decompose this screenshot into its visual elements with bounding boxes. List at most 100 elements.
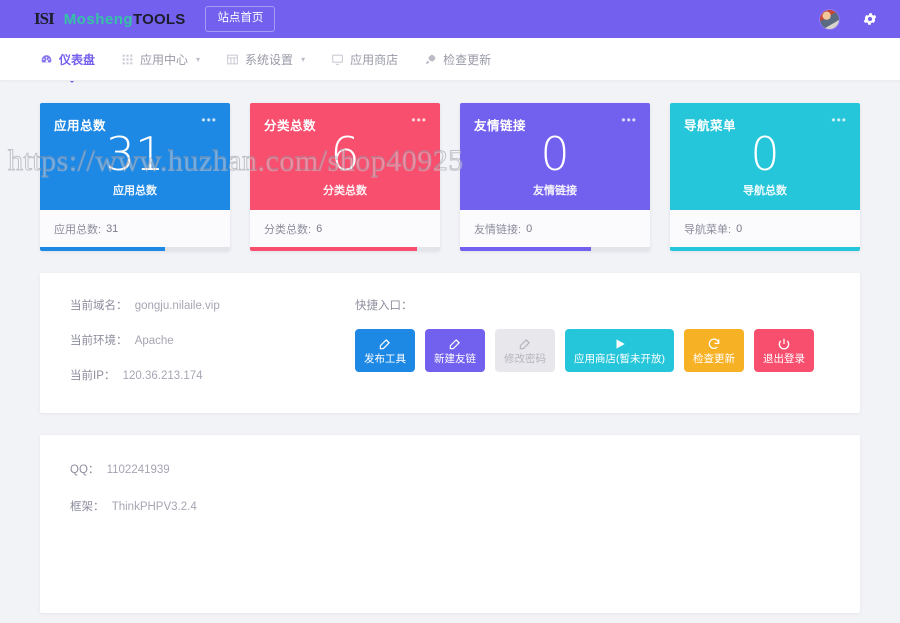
card-value: 0 [460,131,650,177]
app-store-button[interactable]: 应用商店(暂未开放) [565,329,674,372]
quick-entry-label: 快捷入口： [355,297,830,313]
play-icon [613,337,627,351]
info-value: gongju.nilaile.vip [135,300,220,312]
about-label: QQ： [70,464,99,476]
stat-card-friend-links[interactable]: 友情链接 ••• 0 友情链接 友情链接: 0 [460,103,650,251]
check-update-button[interactable]: 检查更新 [684,329,744,372]
card-footer: 友情链接: 0 [460,210,650,247]
nav-label: 应用中心 [140,51,188,68]
info-label: 当前环境： [70,335,128,347]
dashboard-icon [40,53,53,65]
stat-card-nav-menu[interactable]: 导航菜单 ••• 0 导航总数 导航菜单: 0 [670,103,860,251]
table-icon [226,53,239,65]
server-info-panel: 当前域名： gongju.nilaile.vip 当前环境： Apache 当前… [40,273,860,413]
info-row-ip: 当前IP： 120.36.213.174 [70,367,355,383]
card-foot-label: 友情链接: [474,221,521,237]
card-subtitle: 应用总数 [40,182,230,198]
grid-icon [121,53,134,65]
about-panel: QQ： 1102241939 框架： ThinkPHPV3.2.4 [40,435,860,613]
nav-label: 检查更新 [443,51,491,68]
card-progress-fill [670,247,860,251]
card-body: 友情链接 ••• 0 友情链接 [460,103,650,210]
collapsed-panel-arrow [40,81,190,93]
publish-tool-button[interactable]: 发布工具 [355,329,415,372]
nav-label: 系统设置 [245,51,293,68]
edit-icon [378,337,392,351]
card-progress-fill [40,247,165,251]
button-label: 检查更新 [693,354,735,365]
about-row-framework: 框架： ThinkPHPV3.2.4 [70,498,830,514]
card-value: 31 [40,131,230,177]
card-options-icon[interactable]: ••• [201,116,217,124]
about-label: 框架： [70,501,105,513]
card-body: 分类总数 ••• 6 分类总数 [250,103,440,210]
button-label: 新建友链 [434,354,476,365]
nav-item-app-store[interactable]: 应用商店 [331,51,398,68]
about-row-qq: QQ： 1102241939 [70,461,830,477]
card-body: 应用总数 ••• 31 应用总数 [40,103,230,210]
card-progress-track [40,247,230,251]
server-info-list: 当前域名： gongju.nilaile.vip 当前环境： Apache 当前… [70,297,355,413]
card-subtitle: 导航总数 [670,182,860,198]
nav-item-check-update[interactable]: 检查更新 [424,51,491,68]
quick-entry-section: 快捷入口： 发布工具 新建友链 [355,297,830,413]
info-value: 120.36.213.174 [123,370,203,382]
card-body: 导航菜单 ••• 0 导航总数 [670,103,860,210]
logo-mark: ISI [34,9,54,29]
stat-card-categories[interactable]: 分类总数 ••• 6 分类总数 分类总数: 6 [250,103,440,251]
logout-button[interactable]: 退出登录 [754,329,814,372]
card-progress-track [460,247,650,251]
triangle-marker [58,81,86,83]
card-foot-label: 应用总数: [54,221,101,237]
card-foot-label: 分类总数: [264,221,311,237]
card-footer: 应用总数: 31 [40,210,230,247]
stat-card-apps[interactable]: 应用总数 ••• 31 应用总数 应用总数: 31 [40,103,230,251]
card-foot-value: 0 [736,223,742,235]
card-footer: 分类总数: 6 [250,210,440,247]
card-foot-value: 0 [526,223,532,235]
card-value: 6 [250,131,440,177]
edit-icon [448,337,462,351]
card-footer: 导航菜单: 0 [670,210,860,247]
info-row-environment: 当前环境： Apache [70,332,355,348]
card-subtitle: 友情链接 [460,182,650,198]
refresh-icon [707,337,721,351]
nav-item-dashboard[interactable]: 仪表盘 [40,51,95,68]
card-progress-fill [460,247,591,251]
new-friend-link-button[interactable]: 新建友链 [425,329,485,372]
rocket-icon [424,53,437,65]
monitor-icon [331,53,344,65]
change-password-button[interactable]: 修改密码 [495,329,555,372]
card-options-icon[interactable]: ••• [411,116,427,124]
card-options-icon[interactable]: ••• [621,116,637,124]
card-foot-value: 6 [316,223,322,235]
nav-item-app-center[interactable]: 应用中心 ▾ [121,51,200,68]
quick-entry-buttons: 发布工具 新建友链 修改密码 [355,329,830,372]
site-home-button[interactable]: 站点首页 [205,6,275,32]
card-progress-fill [250,247,417,251]
nav-label: 应用商店 [350,51,398,68]
logo-name-secondary: TOOLS [133,11,185,28]
power-icon [777,337,791,351]
info-label: 当前IP： [70,370,115,382]
logo[interactable]: ISI Mosheng TOOLS [34,9,185,29]
top-header-bar: ISI Mosheng TOOLS 站点首页 [0,0,900,38]
logo-name-primary: Mosheng [64,11,133,28]
card-options-icon[interactable]: ••• [831,116,847,124]
card-subtitle: 分类总数 [250,182,440,198]
nav-item-system-settings[interactable]: 系统设置 ▾ [226,51,305,68]
header-actions [819,0,878,38]
chevron-down-icon: ▾ [301,55,305,64]
stat-card-row: 应用总数 ••• 31 应用总数 应用总数: 31 分类总数 ••• 6 [40,81,860,251]
button-label: 修改密码 [504,354,546,365]
button-label: 应用商店(暂未开放) [574,354,665,365]
card-foot-label: 导航菜单: [684,221,731,237]
edit-icon [518,337,532,351]
user-avatar[interactable] [819,9,840,30]
card-value: 0 [670,131,860,177]
gear-icon[interactable] [862,11,878,27]
button-label: 发布工具 [364,354,406,365]
info-label: 当前域名： [70,300,128,312]
about-value: ThinkPHPV3.2.4 [112,501,197,513]
content-area: 应用总数 ••• 31 应用总数 应用总数: 31 分类总数 ••• 6 [0,81,900,613]
